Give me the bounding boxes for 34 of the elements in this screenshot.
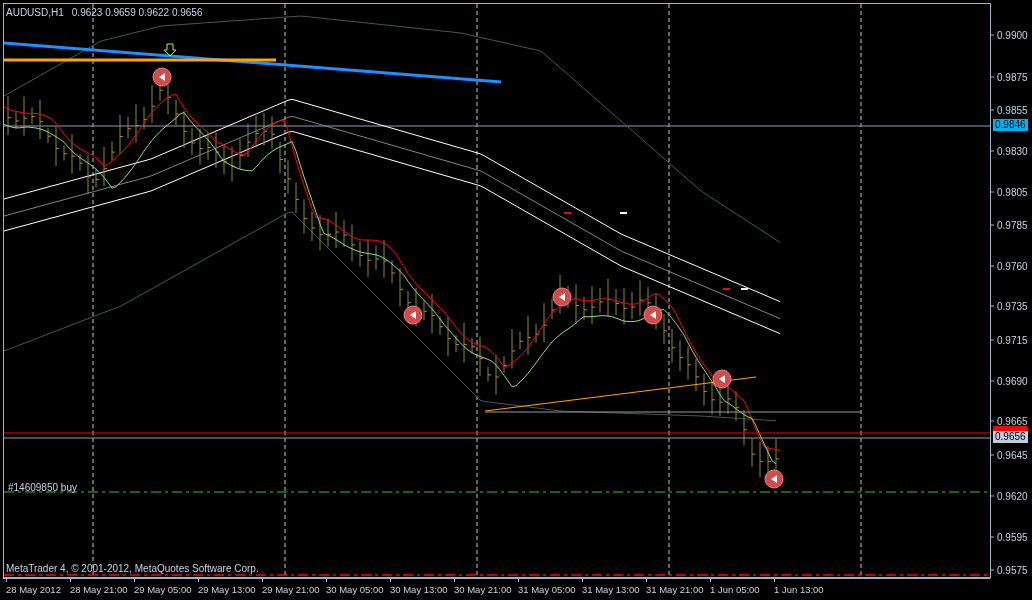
price-label: 0.9715 xyxy=(997,334,1028,346)
time-label: 31 May 13:00 xyxy=(582,579,646,600)
time-label: 31 May 05:00 xyxy=(518,579,582,600)
time-label: 29 May 05:00 xyxy=(134,579,198,600)
price-label: 0.9805 xyxy=(997,186,1028,198)
time-label: 28 May 2012 xyxy=(6,579,70,600)
time-label: 1 Jun 13:00 xyxy=(774,579,838,600)
price-label: 0.9855 xyxy=(997,104,1028,116)
order-label: #14609850 buy xyxy=(8,482,77,493)
price-label: 0.9760 xyxy=(997,260,1028,272)
price-label: 0.9690 xyxy=(997,375,1028,387)
time-label: 29 May 13:00 xyxy=(198,579,262,600)
copyright-text: MetaTrader 4, © 2001-2012, MetaQuotes Software Corp. xyxy=(6,563,259,575)
time-label: 30 May 05:00 xyxy=(326,579,390,600)
price-label: 0.9900 xyxy=(997,29,1028,41)
price-label: 0.9620 xyxy=(997,490,1028,502)
time-label: 29 May 21:00 xyxy=(262,579,326,600)
price-label: 0.9875 xyxy=(997,71,1028,83)
chart-symbol: AUDUSD,H1 xyxy=(6,7,64,18)
price-label: 0.9785 xyxy=(997,219,1028,231)
price-tag: 0.9846 xyxy=(993,119,1028,131)
price-label: 0.9645 xyxy=(997,449,1028,461)
quote-values: 0.9623 0.9659 0.9622 0.9656 xyxy=(71,7,203,18)
time-label: 31 May 21:00 xyxy=(646,579,710,600)
price-tag: 0.9656 xyxy=(993,431,1028,443)
time-label: 30 May 13:00 xyxy=(390,579,454,600)
price-label: 0.9575 xyxy=(997,564,1028,576)
time-label: 30 May 21:00 xyxy=(454,579,518,600)
price-label: 0.9830 xyxy=(997,145,1028,157)
price-label: 0.9665 xyxy=(997,415,1028,427)
time-label: 28 May 21:00 xyxy=(70,579,134,600)
time-label: 1 Jun 05:00 xyxy=(710,579,774,600)
price-label: 0.9735 xyxy=(997,300,1028,312)
price-label: 0.9595 xyxy=(997,531,1028,543)
